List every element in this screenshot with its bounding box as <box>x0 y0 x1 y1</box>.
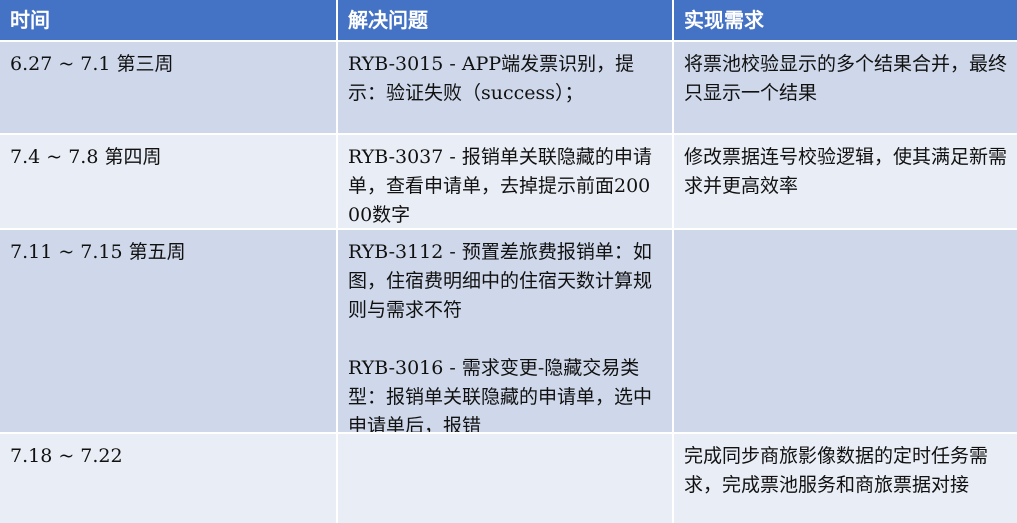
issue-cell: RYB-3112 - 预置差旅费报销单：如图，住宿费明细中的住宿天数计算规则与需… <box>338 228 674 437</box>
table-row: 7.11 ~ 7.15 第五周 RYB-3112 - 预置差旅费报销单：如图，住… <box>0 228 1017 437</box>
requirement-cell: 将票池校验显示的多个结果合并，最终只显示一个结果 <box>674 40 1017 133</box>
issue-cell: RYB-3037 - 报销单关联隐藏的申请单，查看申请单，去掉提示前面20000… <box>338 133 674 228</box>
requirement-cell <box>674 228 1017 432</box>
header-issue: 解决问题 <box>338 0 674 40</box>
table-row: 6.27 ~ 7.1 第三周 RYB-3015 - APP端发票识别，提示：验证… <box>0 40 1017 133</box>
issue-text: RYB-3015 - APP端发票识别，提示：验证失败（success）； <box>348 53 635 104</box>
time-cell: 6.27 ~ 7.1 第三周 <box>0 40 338 133</box>
issue-cell: RYB-3015 - APP端发票识别，提示：验证失败（success）； <box>338 40 674 133</box>
time-cell: 7.11 ~ 7.15 第五周 <box>0 228 338 432</box>
requirement-cell: 完成同步商旅影像数据的定时任务需求，完成票池服务和商旅票据对接 <box>674 432 1017 523</box>
time-cell: 7.18 ~ 7.22 <box>0 432 338 523</box>
requirement-cell: 修改票据连号校验逻辑，使其满足新需求并更高效率 <box>674 133 1017 228</box>
table-row: 7.4 ~ 7.8 第四周 RYB-3037 - 报销单关联隐藏的申请单，查看申… <box>0 133 1017 228</box>
issue-text: RYB-3037 - 报销单关联隐藏的申请单，查看申请单，去掉提示前面20000… <box>348 146 652 226</box>
table-row: 7.18 ~ 7.22 完成同步商旅影像数据的定时任务需求，完成票池服务和商旅票… <box>0 432 1017 523</box>
header-requirement: 实现需求 <box>684 8 764 32</box>
issue-cell <box>338 432 674 523</box>
issue-text: RYB-3016 - 需求变更-隐藏交易类型：报销单关联隐藏的申请单，选中申请单… <box>348 357 653 437</box>
schedule-table: 时间 解决问题 实现需求 6.27 ~ 7.1 第三周 RYB-3015 - A… <box>0 0 1017 523</box>
header-time: 时间 <box>0 0 338 40</box>
time-cell: 7.4 ~ 7.8 第四周 <box>0 133 338 228</box>
table-header: 时间 解决问题 实现需求 <box>0 0 1017 40</box>
issue-text: RYB-3112 - 预置差旅费报销单：如图，住宿费明细中的住宿天数计算规则与需… <box>348 241 653 321</box>
